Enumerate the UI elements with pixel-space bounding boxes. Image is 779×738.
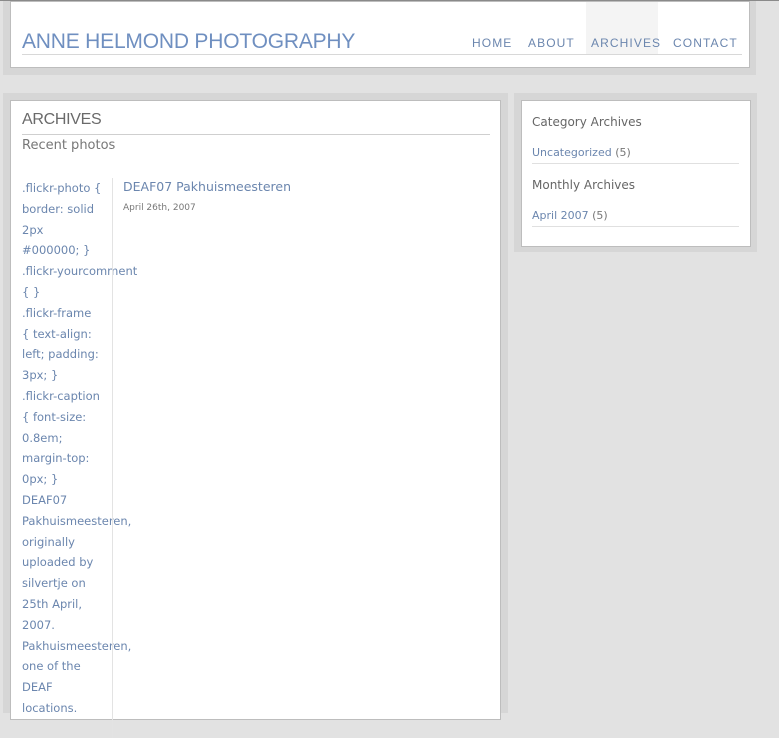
flickr-text-line: 25th April, (22, 596, 83, 611)
main-content: ARCHIVES Recent photos .flickr-photo { b… (10, 100, 501, 738)
nav-item-home[interactable]: HOME (472, 36, 512, 50)
flickr-text-line: margin-top: (22, 451, 90, 466)
monthly-archives-heading: Monthly Archives (532, 178, 636, 192)
flickr-text-line: 0.8em; (22, 430, 63, 445)
flickr-text-line: Pakhuismeesteren, (22, 638, 132, 653)
sidebar: Category Archives Uncategorized (5) Mont… (521, 100, 751, 247)
flickr-text-line: .flickr-photo { (22, 181, 102, 195)
category-count: (5) (615, 146, 631, 159)
sidebar-divider (532, 226, 739, 227)
flickr-text-line: 2007. (22, 617, 55, 632)
flickr-text-line: silvertje on (22, 576, 86, 591)
flickr-text-line: 3px; } (22, 368, 59, 383)
monthly-link-label: April 2007 (532, 209, 589, 222)
sidebar-divider (532, 163, 739, 164)
flickr-text-line: .flickr-caption (22, 388, 100, 403)
flickr-text-line: left; padding: (22, 347, 99, 362)
flickr-text-line: { text-align: (22, 326, 92, 341)
column-divider (112, 178, 113, 738)
nav-item-about[interactable]: ABOUT (528, 36, 575, 50)
monthly-count: (5) (592, 209, 608, 222)
title-divider (22, 134, 490, 135)
flickr-text-line: border: solid (22, 201, 95, 216)
flickr-text-line: { } (22, 284, 41, 299)
flickr-text-line: 0px; } (22, 472, 59, 487)
post-date: April 26th, 2007 (123, 203, 196, 213)
flickr-text-line: #000000; } (22, 243, 91, 258)
category-archives-heading: Category Archives (532, 115, 642, 129)
nav-item-archives[interactable]: ARCHIVES (591, 36, 661, 50)
nav-item-contact[interactable]: CONTACT (673, 36, 738, 50)
recent-photos-heading: Recent photos (22, 138, 116, 153)
flickr-text-line: 2px (22, 222, 44, 237)
category-link-uncategorized[interactable]: Uncategorized (5) (532, 146, 631, 159)
flickr-text-line: .flickr-frame (22, 305, 92, 320)
flickr-text-line: one of the (22, 659, 81, 674)
flickr-text-line: uploaded by (22, 555, 94, 570)
site-title-link[interactable]: ANNE HELMOND PHOTOGRAPHY (22, 30, 355, 54)
header-divider (22, 54, 742, 55)
flickr-text-line: DEAF (22, 680, 53, 695)
monthly-link-april-2007[interactable]: April 2007 (5) (532, 209, 608, 222)
page-title: ARCHIVES (22, 111, 102, 128)
post-title-link[interactable]: DEAF07 Pakhuismeesteren (123, 179, 291, 194)
flickr-text-line: originally (22, 534, 75, 549)
flickr-text-line: .flickr-yourcomment (22, 264, 138, 279)
site-header: ANNE HELMOND PHOTOGRAPHY HOME ABOUT ARCH… (10, 1, 750, 68)
flickr-embed-text[interactable]: .flickr-photo { border: solid 2px #00000… (22, 178, 138, 719)
flickr-text-line: Pakhuismeesteren, (22, 513, 132, 528)
flickr-text-line: locations. (22, 700, 78, 715)
flickr-text-line: DEAF07 (22, 492, 68, 507)
category-link-label: Uncategorized (532, 146, 612, 159)
flickr-text-line: { font-size: (22, 409, 87, 424)
